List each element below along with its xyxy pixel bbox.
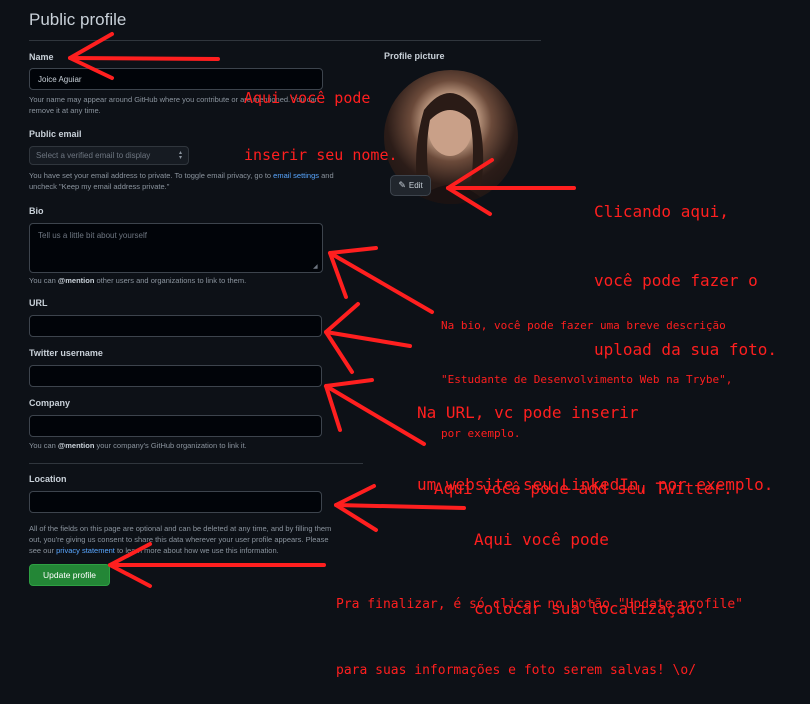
arrow-to-update-button [108, 542, 326, 588]
annotation-name: Aqui você pode inserir seu nome. [244, 89, 398, 164]
arrow-to-twitter [324, 378, 426, 446]
arrow-to-bio [328, 246, 434, 314]
arrow-to-url [324, 302, 412, 374]
arrow-to-edit [446, 158, 576, 216]
annotation-final: Pra finalizar, é só clicar no botão "Upd… [336, 597, 743, 678]
arrow-to-name [68, 32, 220, 80]
